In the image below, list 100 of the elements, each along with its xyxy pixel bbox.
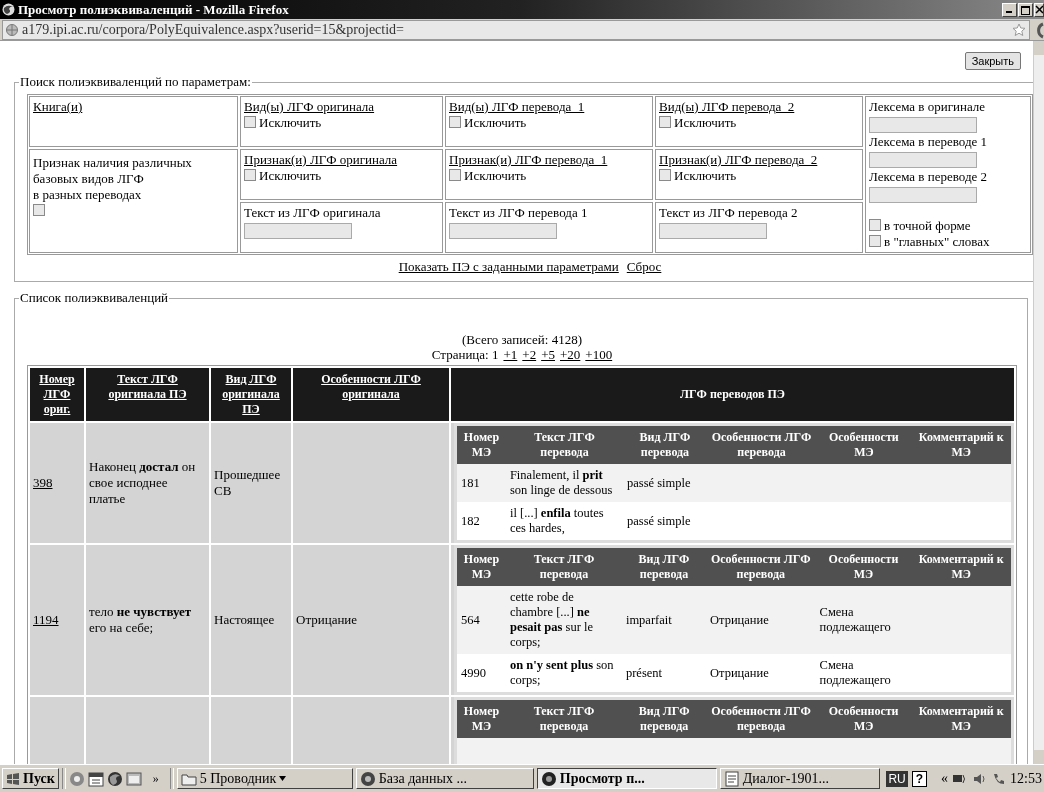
- reset-link[interactable]: Сброс: [626, 259, 662, 274]
- filter-link[interactable]: Признак(и) ЛГФ перевода_2: [659, 152, 818, 167]
- firefox-icon: [540, 770, 557, 787]
- checkbox-label: Исключить: [674, 168, 737, 183]
- database-icon: [359, 770, 376, 787]
- page-link[interactable]: +20: [560, 347, 581, 362]
- field-label: Текст из ЛГФ перевода 2: [659, 205, 798, 220]
- table-cell: Отрицание: [296, 612, 358, 627]
- table-cell: Finalement, il prit son linge de dessous: [509, 468, 613, 497]
- start-button[interactable]: Пуск: [2, 768, 59, 789]
- checkbox-label: Исключить: [464, 115, 527, 130]
- column-header: Номер МЭ: [463, 552, 500, 581]
- checkbox-label: Исключить: [259, 168, 322, 183]
- windows-flag-icon: [6, 772, 20, 785]
- checkbox[interactable]: [33, 204, 45, 216]
- filter-link[interactable]: Вид(ы) ЛГФ перевода_2: [659, 99, 795, 114]
- column-header: Номер МЭ: [463, 430, 500, 459]
- close-button[interactable]: Закрыть: [964, 52, 1021, 70]
- table-cell: Смена подлежащего: [819, 605, 891, 634]
- checkbox[interactable]: [449, 116, 461, 128]
- field-label: Текст из ЛГФ перевода 1: [449, 205, 588, 220]
- input-field[interactable]: [659, 223, 767, 239]
- page-label: Страница: 1: [431, 347, 499, 362]
- column-header: Комментарий к МЭ: [918, 552, 1004, 581]
- maximize-button[interactable]: [1018, 2, 1033, 17]
- language-indicator[interactable]: RU: [886, 770, 908, 787]
- checkbox[interactable]: [244, 116, 256, 128]
- filter-link[interactable]: Вид(ы) ЛГФ перевода_1: [449, 99, 585, 114]
- page-link[interactable]: +100: [585, 347, 613, 362]
- checkbox[interactable]: [659, 169, 671, 181]
- table-cell: Настоящее: [214, 612, 275, 627]
- checkbox[interactable]: [659, 116, 671, 128]
- taskbar-button[interactable]: База данных ...: [355, 768, 534, 789]
- field-label: Лексема в переводе 1: [869, 134, 988, 149]
- record-link[interactable]: 398: [33, 475, 53, 490]
- column-header: Вид ЛГФ перевода: [638, 704, 690, 733]
- column-header: Вид ЛГФ перевода: [639, 430, 691, 459]
- table-cell: 181: [461, 475, 480, 490]
- page-link[interactable]: +2: [522, 347, 537, 362]
- table-cell: on n'y sent plus son corps;: [510, 658, 614, 687]
- page-link[interactable]: +5: [541, 347, 555, 362]
- caret-icon: [279, 776, 287, 781]
- input-field[interactable]: [449, 223, 557, 239]
- reload-icon[interactable]: [1034, 20, 1044, 39]
- filter-label: в разных переводах: [33, 187, 142, 202]
- filter-link[interactable]: Признак(и) ЛГФ перевода_1: [449, 152, 608, 167]
- checkbox[interactable]: [869, 235, 881, 247]
- calendar-icon[interactable]: [87, 770, 104, 787]
- minimize-button[interactable]: [1002, 2, 1017, 17]
- table-cell: 182: [461, 513, 480, 528]
- column-header: Особенности ЛГФ перевода: [710, 552, 811, 581]
- filter-link[interactable]: Признак(и) ЛГФ оригинала: [244, 152, 398, 167]
- column-header: Особенности МЭ: [828, 704, 899, 733]
- filter-link[interactable]: Вид(ы) ЛГФ оригинала: [244, 99, 375, 114]
- panel-legend: Список полиэквиваленций: [19, 290, 170, 306]
- scrollbar[interactable]: [1033, 41, 1044, 764]
- column-header: Текст ЛГФ перевода: [533, 704, 595, 733]
- window-title: Просмотр полиэквиваленций - Mozilla Firefox: [18, 1, 290, 18]
- record-link[interactable]: 1194: [33, 612, 59, 627]
- table-cell: présent: [625, 665, 663, 680]
- address-field[interactable]: a179.ipi.ac.ru/corpora/PolyEquivalence.aspx?userid=15&projectid=: [2, 19, 1030, 40]
- taskbar-button[interactable]: Диалог-1901...: [719, 768, 880, 789]
- column-header: Текст ЛГФ перевода: [534, 430, 595, 459]
- firefox-icon: [2, 3, 15, 16]
- taskbar-button[interactable]: 5 Проводник: [176, 768, 353, 789]
- phone-icon: [992, 771, 1007, 786]
- checkbox-label: в точной форме: [884, 218, 971, 233]
- input-field[interactable]: [869, 117, 977, 133]
- filter-link[interactable]: Книга(и): [33, 99, 83, 114]
- help-button[interactable]: ?: [911, 770, 928, 787]
- column-header: ЛГФ переводов ПЭ: [680, 387, 785, 401]
- table-cell: Прошедшее СВ: [214, 467, 281, 498]
- page-link[interactable]: +1: [503, 347, 518, 362]
- table-cell: passé simple: [627, 513, 691, 528]
- table-cell: imparfait: [625, 612, 672, 627]
- table-cell: 4990: [461, 665, 486, 680]
- table-cell: Отрицание: [710, 665, 769, 680]
- panel-legend: Поиск полиэквиваленций по параметрам:: [19, 74, 252, 90]
- tray-expand-button[interactable]: «: [941, 770, 949, 787]
- checkbox-label: в "главных" словах: [884, 234, 990, 249]
- checkbox-label: Исключить: [464, 168, 527, 183]
- more-button[interactable]: »: [152, 771, 159, 786]
- show-link[interactable]: Показать ПЭ с заданными параметрами: [398, 259, 619, 274]
- table-cell: тело не чувствует его на себе;: [89, 604, 192, 635]
- input-field[interactable]: [869, 152, 977, 168]
- table-cell: passé simple: [627, 475, 691, 490]
- checkbox[interactable]: [449, 169, 461, 181]
- column-header: Комментарий к МЭ: [918, 704, 1004, 733]
- checkbox-label: Исключить: [674, 115, 737, 130]
- filter-label: базовых видов ЛГФ: [33, 171, 144, 186]
- column-header: Особенности МЭ: [828, 552, 899, 581]
- column-header: Особенности ЛГФ перевода: [711, 704, 811, 733]
- checkbox[interactable]: [244, 169, 256, 181]
- input-field[interactable]: [869, 187, 977, 203]
- firefox-icon[interactable]: [106, 770, 123, 787]
- checkbox[interactable]: [869, 219, 881, 231]
- input-field[interactable]: [244, 223, 352, 239]
- column-header: Текст ЛГФ перевода: [533, 552, 595, 581]
- close-button[interactable]: [1034, 2, 1044, 17]
- taskbar-button[interactable]: Просмотр п...: [536, 768, 717, 789]
